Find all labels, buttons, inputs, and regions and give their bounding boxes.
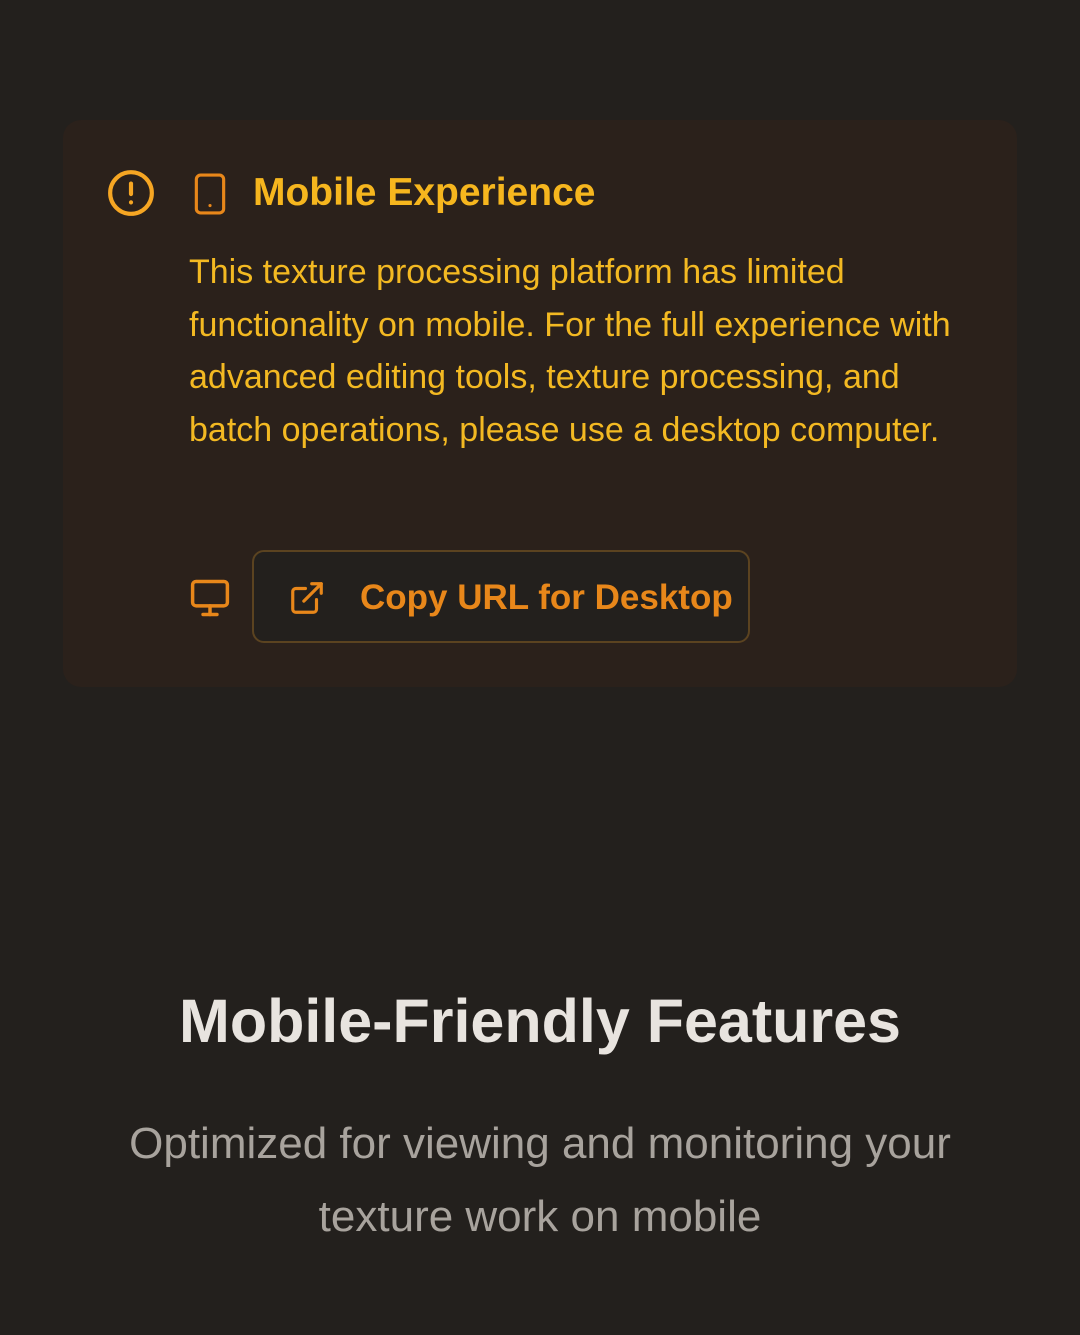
alert-message: This texture processing platform has lim… (189, 253, 951, 449)
copy-url-for-desktop-button[interactable]: Copy URL for Desktop (252, 550, 750, 643)
external-link-icon (288, 579, 326, 617)
features-section-title: Mobile-Friendly Features (179, 987, 901, 1055)
monitor-icon (189, 578, 231, 618)
alert-circle-icon (106, 168, 156, 218)
features-section-subtitle: Optimized for viewing and monitoring you… (129, 1119, 951, 1241)
smartphone-icon (193, 173, 227, 215)
copy-url-button-label: Copy URL for Desktop (360, 578, 733, 617)
alert-title: Mobile Experience (253, 171, 596, 214)
